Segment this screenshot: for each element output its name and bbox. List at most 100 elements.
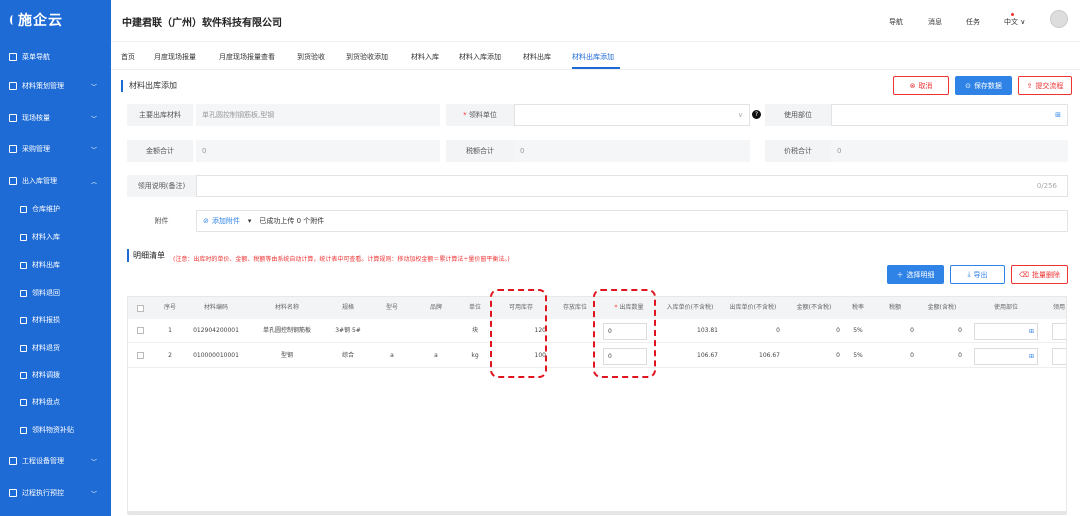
- report-icon: [20, 316, 27, 324]
- sidebar-item-menu-nav[interactable]: 菜单导航: [0, 47, 111, 67]
- people-icon: [9, 145, 17, 153]
- sidebar-subitem-label: 仓库维护: [32, 205, 60, 213]
- sidebar-subitem-subsidy[interactable]: 领料物资补贴: [0, 420, 111, 440]
- cell-no: 1: [168, 327, 172, 334]
- amount-value: 0: [196, 140, 440, 162]
- row-checkbox[interactable]: [137, 327, 144, 334]
- sidebar-item-process[interactable]: 过程执行预控 ﹀: [0, 483, 111, 503]
- cell-no: 2: [168, 352, 172, 359]
- batch-delete-label: 批量删除: [1031, 270, 1060, 279]
- sidebar-subitem-material-out[interactable]: 材料出库: [0, 255, 111, 275]
- sidebar-subitem-loss[interactable]: 材料报损: [0, 310, 111, 330]
- col-out-price: 出库单价(不含税): [729, 304, 777, 311]
- col-tax-rate: 税率: [851, 304, 864, 311]
- cell-amount-tax: 0: [958, 327, 962, 334]
- sidebar-item-material-plan[interactable]: 材料策划管理 ﹀: [0, 76, 111, 96]
- sidebar-subitem-label: 材料入库: [32, 233, 60, 241]
- trash-icon: ⌫: [1019, 270, 1029, 279]
- cell-spec: 3#钢 5#: [335, 327, 361, 334]
- select-detail-label: 选择明细: [906, 270, 935, 279]
- inbox-icon: [20, 233, 27, 241]
- plus-icon: ＋: [896, 270, 904, 279]
- sidebar-item-site-check[interactable]: 现场核量 ﹀: [0, 108, 111, 128]
- receive-cell-input[interactable]: [1052, 323, 1066, 340]
- sidebar-subitem-label: 材料盘点: [32, 398, 60, 406]
- save-button[interactable]: ⊙ 保存数据: [955, 76, 1012, 95]
- sidebar-item-inout[interactable]: 出入库管理 ︿: [0, 171, 111, 191]
- sidebar-item-purchase[interactable]: 采购管理 ﹀: [0, 139, 111, 159]
- col-amount: 金额(不含税): [796, 304, 832, 311]
- select-all-checkbox[interactable]: [137, 305, 144, 312]
- chevron-down-icon: ﹀: [90, 458, 97, 466]
- submit-button[interactable]: ⇪ 提交流程: [1018, 76, 1072, 95]
- return-icon: [20, 289, 27, 297]
- help-icon[interactable]: ?: [752, 110, 761, 119]
- tab-material-out-add[interactable]: 材料出库添加: [572, 52, 614, 62]
- sidebar-subitem-refund[interactable]: 材料退货: [0, 338, 111, 358]
- sidebar: 施企云 菜单导航 材料策划管理 ﹀ 现场核量 ﹀ 采购管理 ﹀ 出入库管理 ︿ 仓库维护…: [0, 0, 111, 516]
- tax-label: 税额合计: [446, 140, 514, 162]
- tab-material-out[interactable]: 材料出库: [523, 52, 551, 62]
- gear-icon: [9, 457, 17, 465]
- cell-tax-rate: 5%: [853, 327, 863, 334]
- message-link[interactable]: 消息: [928, 17, 942, 27]
- export-label: 导出: [973, 270, 988, 279]
- sidebar-item-equipment[interactable]: 工程设备管理 ﹀: [0, 451, 111, 471]
- sidebar-subitem-label: 材料出库: [32, 261, 60, 269]
- row-checkbox[interactable]: [137, 352, 144, 359]
- chevron-down-icon: ∨: [737, 111, 743, 119]
- cell-out-price: 106.67: [759, 352, 780, 359]
- attachment-field: ⊘ 添加附件 ▾ 已成功上传 0 个附件: [196, 210, 1068, 232]
- outbox-icon: [20, 261, 27, 269]
- add-attachment-link[interactable]: 添加附件: [212, 216, 240, 226]
- avatar[interactable]: [1050, 10, 1068, 28]
- use-dept-cell-input[interactable]: ⊞: [974, 348, 1038, 365]
- tab-monthly-report[interactable]: 月度现场报量: [154, 52, 196, 62]
- cell-tax-rate: 5%: [853, 352, 863, 359]
- sidebar-item-label: 工程设备管理: [22, 457, 64, 465]
- total-label: 价税合计: [765, 140, 831, 162]
- sidebar-subitem-inventory[interactable]: 材料盘点: [0, 392, 111, 412]
- sidebar-subitem-warehouse[interactable]: 仓库维护: [0, 199, 111, 219]
- remark-textarea[interactable]: 0/256: [196, 175, 1068, 197]
- tab-monthly-report-view[interactable]: 月度现场报量查看: [219, 52, 275, 62]
- remark-counter: 0/256: [1036, 182, 1057, 190]
- col-amount-tax: 金额(含税): [927, 304, 957, 311]
- tab-material-in[interactable]: 材料入库: [411, 52, 439, 62]
- tab-arrival-check-add[interactable]: 到货验收添加: [346, 52, 388, 62]
- tab-material-in-add[interactable]: 材料入库添加: [459, 52, 501, 62]
- tab-arrival-check[interactable]: 到货验收: [297, 52, 325, 62]
- highlight-qty-column: [593, 289, 656, 378]
- nav-link[interactable]: 导航: [889, 17, 903, 27]
- save-label: 保存数据: [973, 81, 1002, 90]
- tab-home[interactable]: 首页: [121, 52, 135, 62]
- receive-cell-input[interactable]: [1052, 348, 1066, 365]
- highlight-stock-column: [490, 289, 547, 378]
- cancel-button[interactable]: ⊗ 取消: [893, 76, 949, 95]
- detail-title-bar: [127, 249, 129, 262]
- sidebar-subitem-transfer[interactable]: 材料调拨: [0, 365, 111, 385]
- sidebar-subitem-label: 材料退货: [32, 344, 60, 352]
- use-dept-cell-input[interactable]: ⊞: [974, 323, 1038, 340]
- batch-delete-button[interactable]: ⌫ 批量删除: [1011, 265, 1068, 284]
- language-select[interactable]: 中文 ∨: [1004, 17, 1025, 27]
- task-link[interactable]: 任务: [966, 17, 980, 27]
- receive-unit-select[interactable]: ∨: [514, 104, 750, 126]
- use-dept-input[interactable]: ⊞: [831, 104, 1068, 126]
- remark-label: 领用说明(备注): [127, 175, 196, 197]
- submit-label: 提交流程: [1035, 81, 1064, 90]
- warehouse-icon: [9, 177, 17, 185]
- cell-amount-tax: 0: [958, 352, 962, 359]
- use-dept-label: 使用部位: [765, 104, 831, 126]
- table-horizontal-scrollbar[interactable]: [127, 511, 1067, 515]
- export-button[interactable]: ⤓ 导出: [950, 265, 1005, 284]
- amount-label: 金额合计: [127, 140, 193, 162]
- col-use-dept: 使用部位: [993, 304, 1018, 311]
- checklist-icon: [20, 398, 27, 406]
- dropdown-caret-icon[interactable]: ▾: [248, 217, 252, 225]
- chevron-down-icon: ﹀: [90, 490, 97, 498]
- select-detail-button[interactable]: ＋选择明细: [887, 265, 944, 284]
- sidebar-subitem-return[interactable]: 领料退回: [0, 283, 111, 303]
- sidebar-item-label: 过程执行预控: [22, 489, 64, 497]
- sidebar-subitem-material-in[interactable]: 材料入库: [0, 227, 111, 247]
